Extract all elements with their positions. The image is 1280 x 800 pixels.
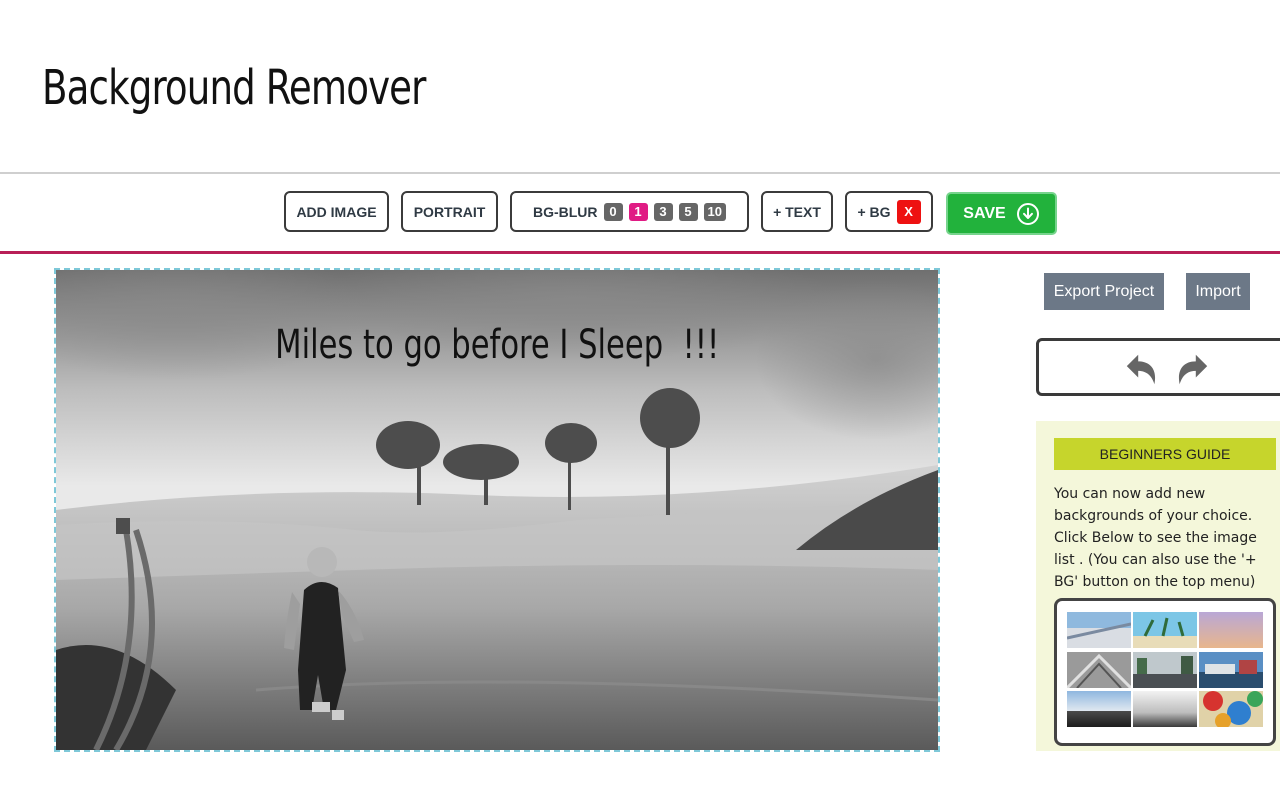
blur-option-10[interactable]: 10: [703, 202, 726, 221]
bg-thumbnail[interactable]: [1133, 691, 1197, 727]
blur-option-0[interactable]: 0: [603, 202, 623, 221]
editor-canvas[interactable]: Miles to go before I Sleep !!!: [54, 268, 940, 752]
save-label: SAVE: [963, 204, 1006, 222]
blur-option-5[interactable]: 5: [678, 202, 698, 221]
remove-bg-button[interactable]: X: [896, 199, 921, 224]
bg-thumbnail[interactable]: [1067, 612, 1131, 648]
canvas-text-overlay[interactable]: Miles to go before I Sleep !!!: [56, 322, 938, 368]
bg-thumbnail[interactable]: [1199, 691, 1263, 727]
add-text-button[interactable]: + TEXT: [761, 191, 833, 232]
blur-option-3[interactable]: 3: [653, 202, 673, 221]
portrait-button[interactable]: PORTRAIT: [401, 191, 498, 232]
undo-icon[interactable]: [1123, 351, 1161, 387]
download-circle-icon: [1016, 202, 1039, 225]
blur-option-1[interactable]: 1: [628, 202, 648, 221]
bg-thumbnail[interactable]: [1133, 612, 1197, 648]
save-button[interactable]: SAVE: [946, 192, 1057, 235]
beginners-guide-panel: BEGINNERS GUIDE You can now add new back…: [1036, 421, 1280, 751]
export-project-button[interactable]: Export Project: [1044, 273, 1164, 310]
redo-icon[interactable]: [1173, 351, 1211, 387]
bg-blur-control: BG-BLUR 0 1 3 5 10: [510, 191, 749, 232]
bg-thumbnail[interactable]: [1133, 652, 1197, 688]
bg-thumbnail[interactable]: [1199, 652, 1263, 688]
add-bg-button[interactable]: + BG: [857, 204, 890, 220]
add-bg-control: + BG X: [845, 191, 933, 232]
add-image-button[interactable]: ADD IMAGE: [284, 191, 389, 232]
bg-thumbnail[interactable]: [1067, 691, 1131, 727]
overlay-text-content: Miles to go before I Sleep !!!: [274, 322, 720, 368]
undo-redo-panel: [1036, 338, 1280, 396]
bg-thumbnail[interactable]: [1199, 612, 1263, 648]
guide-text: You can now add new backgrounds of your …: [1054, 486, 1257, 590]
import-button[interactable]: Import: [1186, 273, 1250, 310]
background-thumbnail-grid[interactable]: [1054, 598, 1276, 746]
guide-heading: BEGINNERS GUIDE: [1054, 438, 1276, 470]
toolbar: ADD IMAGE PORTRAIT BG-BLUR 0 1 3 5 10 + …: [0, 172, 1280, 254]
bg-thumbnail[interactable]: [1067, 652, 1131, 688]
bg-blur-label: BG-BLUR: [532, 203, 598, 220]
page-title: Background Remover: [42, 60, 426, 116]
